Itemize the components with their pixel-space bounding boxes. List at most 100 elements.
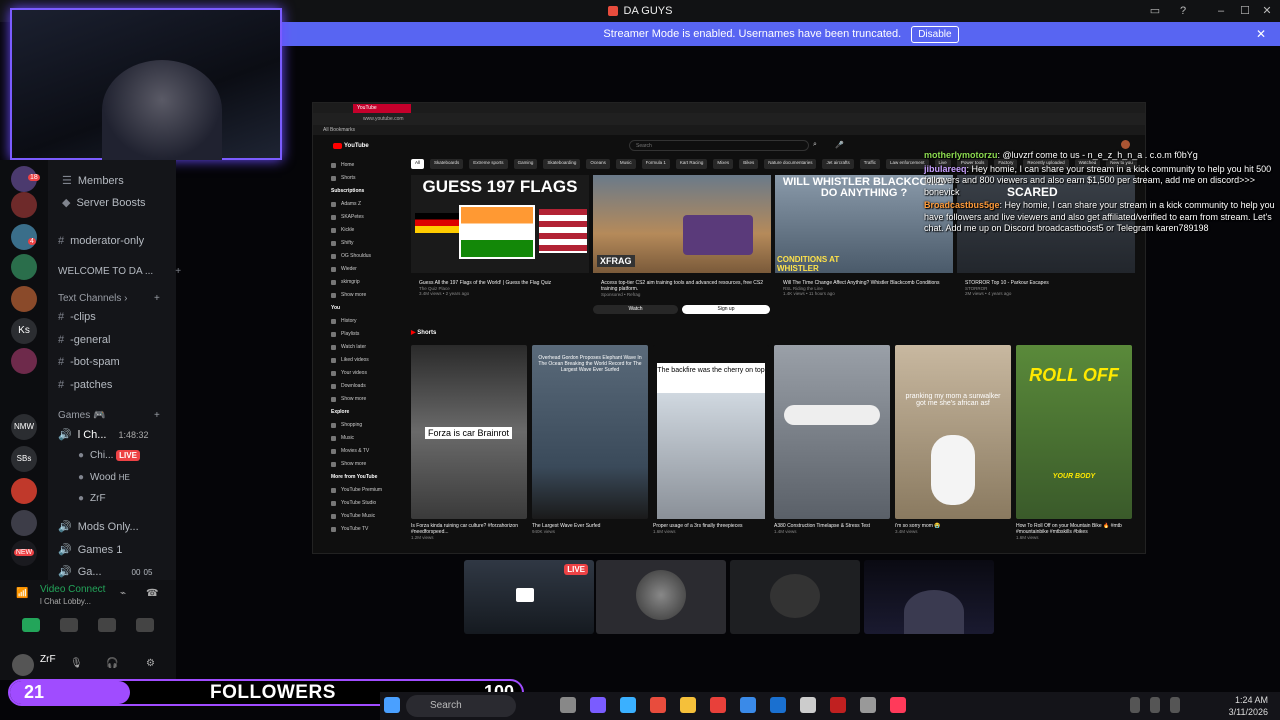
opera-icon[interactable] xyxy=(650,697,666,713)
activities-icon[interactable] xyxy=(98,618,116,632)
new-server-icon[interactable]: NEW xyxy=(11,540,37,566)
close-banner-icon[interactable]: ✕ xyxy=(1256,27,1266,41)
taskbar-search-input[interactable]: Search xyxy=(406,695,516,717)
app-icon[interactable] xyxy=(710,697,726,713)
video-thumbnail[interactable]: GUESS 197 FLAGS xyxy=(411,175,589,273)
help-icon[interactable]: ? xyxy=(1174,2,1192,20)
file-explorer-icon[interactable] xyxy=(680,697,696,713)
filter-chip[interactable]: Music xyxy=(615,159,636,169)
short-thumbnail[interactable]: The backfire was the cherry on top xyxy=(653,345,769,519)
camera-icon[interactable] xyxy=(22,618,40,632)
filter-chip[interactable]: Jet aircrafts xyxy=(822,159,854,169)
filter-chip[interactable]: Bikes xyxy=(739,159,759,169)
wifi-icon[interactable] xyxy=(1150,697,1160,713)
account-avatar[interactable] xyxy=(1121,140,1130,149)
app-icon[interactable] xyxy=(830,697,846,713)
short-card[interactable]: A380 Construction Timelapse & Stress Tes… xyxy=(774,345,890,534)
short-card[interactable]: The backfire was the cherry on top Prope… xyxy=(653,345,769,534)
filter-chip[interactable]: Formula 1 xyxy=(641,159,670,169)
filter-chip[interactable]: All xyxy=(411,159,425,169)
filter-chip[interactable]: Extreme sports xyxy=(469,159,508,169)
soundboard-icon[interactable] xyxy=(136,618,154,632)
voice-channel-active[interactable]: 🔊 l Ch... 1:48:32 xyxy=(58,428,148,441)
stream-preview[interactable] xyxy=(596,560,726,634)
short-card[interactable]: pranking my mom a sunwalker got me she's… xyxy=(895,345,1011,534)
disable-streamer-mode-button[interactable]: Disable xyxy=(911,25,959,43)
short-thumbnail[interactable]: Forza is car Brainrot xyxy=(411,345,527,519)
sidebar-item-downloads[interactable]: Downloads xyxy=(331,380,403,393)
sign-up-button[interactable]: Sign up xyxy=(682,305,770,314)
short-thumbnail[interactable]: Overhead Gordon Proposes Elephant Wave I… xyxy=(532,345,648,519)
sidebar-sub[interactable]: Shifty xyxy=(331,237,403,250)
filter-chip[interactable]: Nature documentaries xyxy=(764,159,817,169)
short-title[interactable]: How To Roll Off on your Mountain Bike 🔥 … xyxy=(1016,523,1132,535)
volume-icon[interactable] xyxy=(1170,697,1180,713)
search-icon[interactable]: ⌕ xyxy=(813,141,817,149)
bookmarks-bar[interactable]: All Bookmarks xyxy=(313,125,1145,135)
channel-bot-spam[interactable]: # -bot-spam xyxy=(58,356,120,368)
ad-card[interactable]: XFRAG Access top-tier CS2 aim training t… xyxy=(593,175,771,314)
sidebar-item-studio[interactable]: YouTube Studio xyxy=(331,497,403,510)
sidebar-item-home[interactable]: Home xyxy=(331,159,403,172)
screen-share-icon[interactable] xyxy=(60,618,78,632)
app-icon[interactable] xyxy=(620,697,636,713)
channel-moderator-only[interactable]: # moderator-only xyxy=(58,235,144,247)
server-icon[interactable] xyxy=(11,286,37,312)
youtube-tab[interactable]: YouTube xyxy=(353,104,411,113)
server-icon[interactable] xyxy=(11,510,37,536)
video-card[interactable]: GUESS 197 FLAGS Guess All the 197 Flags … xyxy=(411,175,589,296)
sidebar-item-watch-later[interactable]: Watch later xyxy=(331,341,403,354)
minimize-button[interactable]: – xyxy=(1212,2,1230,20)
server-icon[interactable] xyxy=(11,224,37,250)
server-icon[interactable] xyxy=(11,348,37,374)
filter-chip[interactable]: Skateboarding xyxy=(543,159,581,169)
noise-suppression-icon[interactable]: ⌁ xyxy=(120,588,126,599)
video-thumbnail[interactable]: XFRAG xyxy=(593,175,771,273)
maximize-button[interactable]: ☐ xyxy=(1236,2,1254,20)
short-thumbnail[interactable]: pranking my mom a sunwalker got me she's… xyxy=(895,345,1011,519)
sidebar-show-more[interactable]: Show more xyxy=(331,393,403,406)
settings-gear-icon[interactable]: ⚙ xyxy=(146,658,155,669)
inbox-icon[interactable]: ▭ xyxy=(1146,2,1164,20)
help-icon[interactable] xyxy=(740,697,756,713)
voice-user[interactable]: ● ZrF xyxy=(78,493,106,504)
short-card[interactable]: ROLL OFF YOUR BODY How To Roll Off on yo… xyxy=(1016,345,1132,540)
you-header[interactable]: You xyxy=(331,302,403,315)
sidebar-show-more[interactable]: Show more xyxy=(331,289,403,302)
sidebar-item-movies[interactable]: Movies & TV xyxy=(331,445,403,458)
server-icon[interactable] xyxy=(11,254,37,280)
members-item[interactable]: ☰ Members xyxy=(62,174,124,187)
sidebar-item-shopping[interactable]: Shopping xyxy=(331,419,403,432)
short-title[interactable]: Is Forza kinda ruining car culture? #for… xyxy=(411,523,527,535)
avatar[interactable] xyxy=(12,654,34,676)
short-card[interactable]: Forza is car Brainrot Is Forza kinda rui… xyxy=(411,345,527,540)
headphones-icon[interactable]: 🎧 xyxy=(106,658,118,669)
tray-icon[interactable] xyxy=(1130,697,1140,713)
sidebar-item-music-app[interactable]: YouTube Music xyxy=(331,510,403,523)
sidebar-item-playlists[interactable]: Playlists xyxy=(331,328,403,341)
short-thumbnail[interactable] xyxy=(774,345,890,519)
disconnect-icon[interactable]: ☎ xyxy=(146,588,158,599)
short-thumbnail[interactable]: ROLL OFF YOUR BODY xyxy=(1016,345,1132,519)
filter-chip[interactable]: Traffic xyxy=(859,159,881,169)
sidebar-sub[interactable]: Adams Z xyxy=(331,198,403,211)
filter-chip[interactable]: Law enforcement xyxy=(886,159,929,169)
mic-icon[interactable]: 🎤 xyxy=(835,141,844,149)
text-channels-category[interactable]: Text Channels › + xyxy=(58,293,160,304)
short-card[interactable]: Overhead Gordon Proposes Elephant Wave I… xyxy=(532,345,648,534)
sidebar-item-premium[interactable]: YouTube Premium xyxy=(331,484,403,497)
sidebar-item-tv[interactable]: YouTube TV xyxy=(331,523,403,536)
voice-user[interactable]: ● Wood HE xyxy=(78,472,130,483)
sidebar-sub[interactable]: Wieder xyxy=(331,263,403,276)
server-icon[interactable]: NMW xyxy=(11,414,37,440)
clock[interactable]: 1:24 AM 3/11/2026 xyxy=(1229,694,1268,718)
filter-chip[interactable]: Mixes xyxy=(713,159,734,169)
signal-icon[interactable]: 📶 xyxy=(16,588,28,599)
music-icon[interactable] xyxy=(890,697,906,713)
voice-channel-games-2[interactable]: 🔊 Ga... 00 05 xyxy=(58,565,152,578)
obs-icon[interactable] xyxy=(800,697,816,713)
channel-welcome[interactable]: WELCOME TO DA ... + xyxy=(58,266,181,277)
task-view-icon[interactable] xyxy=(560,697,576,713)
youtube-search-input[interactable]: Search xyxy=(629,140,809,151)
sidebar-show-more[interactable]: Show more xyxy=(331,458,403,471)
